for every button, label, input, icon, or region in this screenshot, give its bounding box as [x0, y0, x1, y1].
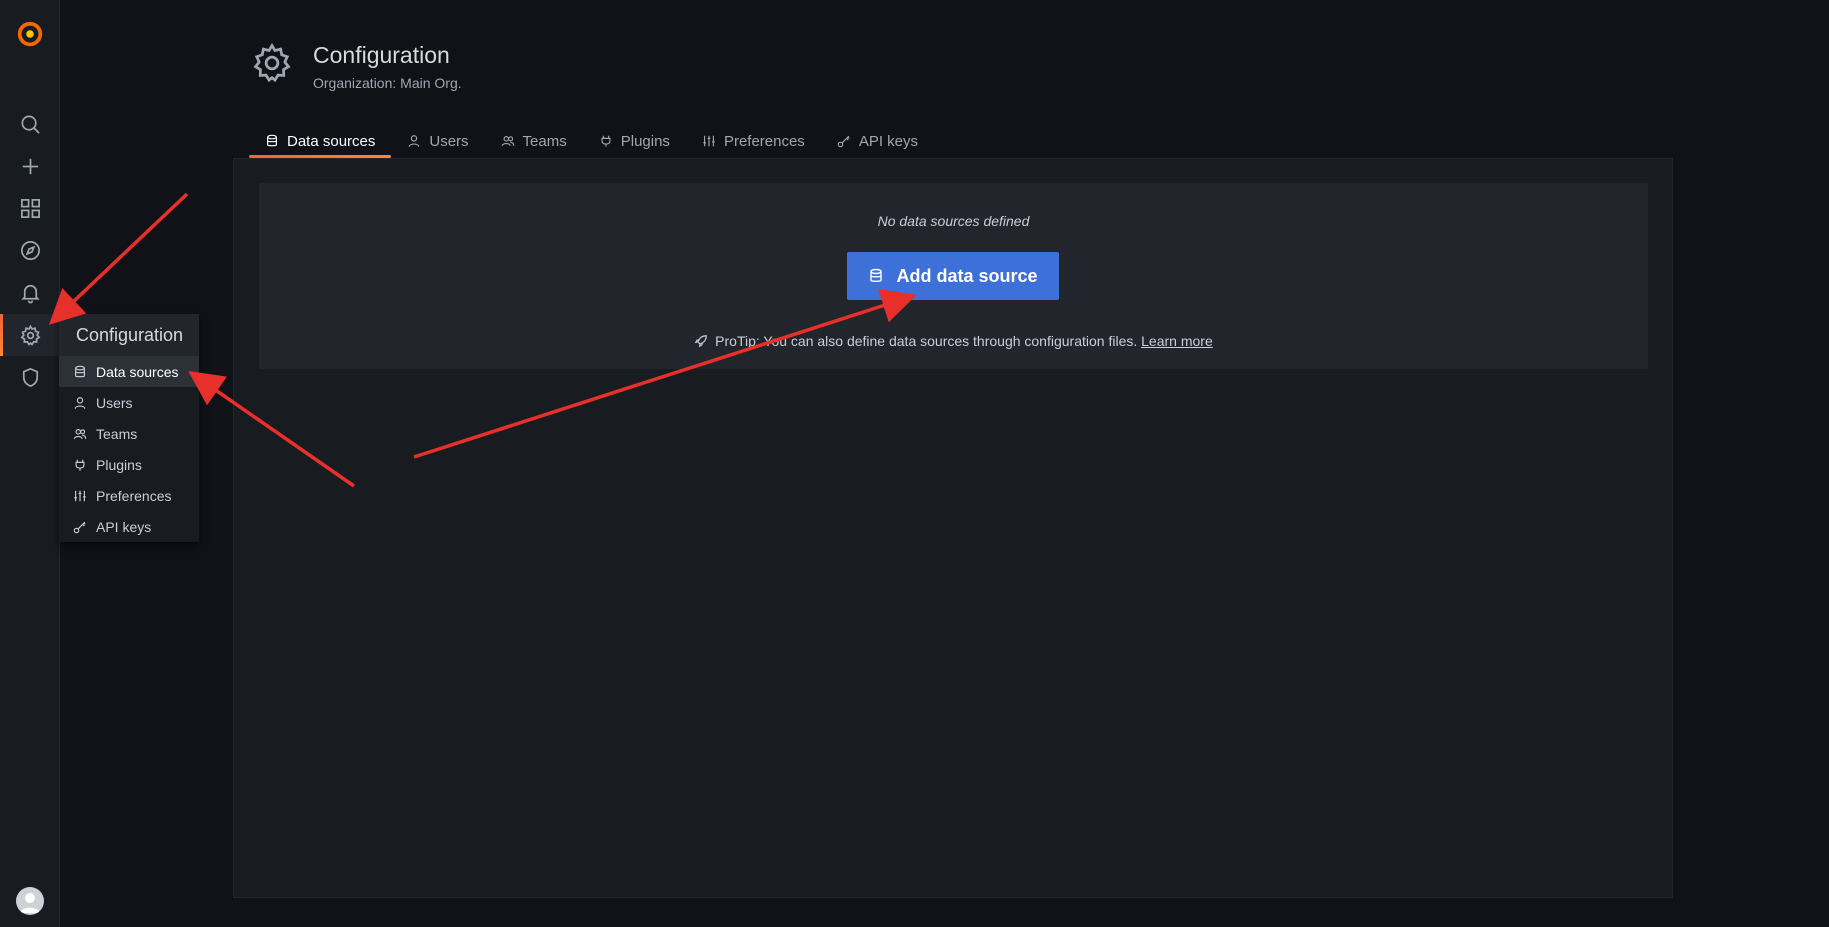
gear-icon[interactable]	[0, 314, 60, 356]
database-icon	[72, 364, 88, 380]
sliders-icon	[702, 134, 716, 148]
flyout-item-label: Preferences	[96, 487, 172, 504]
flyout-item-plugins[interactable]: Plugins	[59, 449, 199, 480]
user-icon	[72, 395, 88, 411]
flyout-title[interactable]: Configuration	[59, 314, 199, 356]
config-tabs: Data sources Users Teams Plugins Prefere…	[249, 124, 934, 158]
flyout-item-label: Teams	[96, 425, 138, 442]
configuration-flyout-menu: Configuration Data sources Users Teams P…	[59, 314, 199, 542]
tab-label: Users	[429, 132, 469, 150]
grafana-logo-icon[interactable]	[14, 14, 46, 54]
tab-api-keys[interactable]: API keys	[821, 124, 934, 158]
sliders-icon	[72, 488, 88, 504]
flyout-item-teams[interactable]: Teams	[59, 418, 199, 449]
rocket-icon	[694, 334, 708, 348]
tab-label: Teams	[522, 132, 567, 150]
user-avatar[interactable]	[16, 887, 44, 915]
tab-data-sources[interactable]: Data sources	[249, 124, 392, 158]
tab-label: Data sources	[287, 132, 376, 150]
key-icon	[837, 134, 851, 148]
flyout-item-label: Users	[96, 394, 133, 411]
users-icon	[501, 134, 515, 148]
flyout-item-preferences[interactable]: Preferences	[59, 480, 199, 511]
plug-icon	[72, 457, 88, 473]
tab-preferences[interactable]: Preferences	[686, 124, 821, 158]
user-icon	[407, 134, 421, 148]
plug-icon	[599, 134, 613, 148]
page-subtitle: Organization: Main Org.	[313, 75, 462, 91]
tab-label: Preferences	[723, 132, 805, 150]
tab-label: Plugins	[620, 132, 670, 150]
flyout-item-api-keys[interactable]: API keys	[59, 511, 199, 542]
add-data-source-label: Add data source	[896, 265, 1038, 286]
gear-icon	[250, 41, 294, 85]
tab-plugins[interactable]: Plugins	[583, 124, 686, 158]
flyout-item-users[interactable]: Users	[59, 387, 199, 418]
explore-icon[interactable]	[0, 229, 60, 271]
search-icon[interactable]	[0, 103, 60, 145]
tab-label: API keys	[858, 132, 918, 150]
database-icon	[868, 268, 884, 284]
arrow-to-config-icon	[48, 192, 189, 325]
protip-text: ProTip: You can also define data sources…	[715, 333, 1138, 349]
empty-state-card: No data sources defined Add data source …	[259, 183, 1648, 369]
empty-state-message: No data sources defined	[877, 213, 1030, 229]
sidebar	[0, 0, 60, 927]
tab-teams[interactable]: Teams	[485, 124, 583, 158]
key-icon	[72, 519, 88, 535]
tab-users[interactable]: Users	[391, 124, 484, 158]
plus-icon[interactable]	[0, 145, 60, 187]
protip: ProTip: You can also define data sources…	[259, 333, 1648, 349]
content-panel: No data sources defined Add data source …	[233, 158, 1673, 898]
flyout-item-label: Plugins	[96, 456, 142, 473]
add-data-source-button[interactable]: Add data source	[847, 252, 1059, 300]
flyout-item-label: API keys	[96, 518, 152, 535]
users-icon	[72, 426, 88, 442]
flyout-item-data-sources[interactable]: Data sources	[59, 356, 199, 387]
dashboards-icon[interactable]	[0, 187, 60, 229]
flyout-item-label: Data sources	[96, 363, 179, 380]
database-icon	[265, 134, 279, 148]
bell-icon[interactable]	[0, 271, 60, 313]
shield-icon[interactable]	[0, 356, 60, 398]
page-title: Configuration	[313, 42, 450, 68]
learn-more-link[interactable]: Learn more	[1141, 333, 1213, 349]
